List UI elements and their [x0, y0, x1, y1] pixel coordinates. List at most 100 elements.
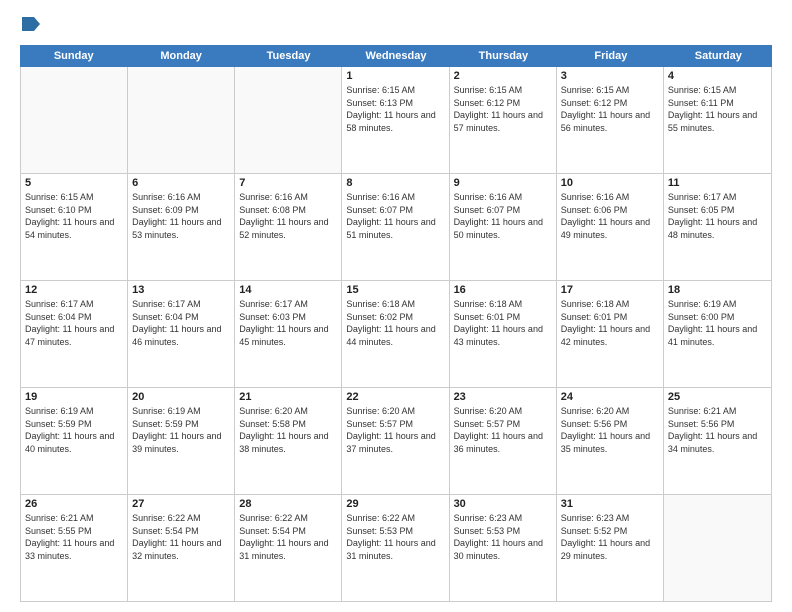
cell-info: Sunrise: 6:21 AM Sunset: 5:56 PM Dayligh…: [668, 405, 767, 455]
calendar-cell: 14 Sunrise: 6:17 AM Sunset: 6:03 PM Dayli…: [235, 281, 342, 387]
day-number: 21: [239, 391, 337, 403]
calendar-cell: 19 Sunrise: 6:19 AM Sunset: 5:59 PM Dayli…: [21, 388, 128, 494]
cell-info: Sunrise: 6:18 AM Sunset: 6:02 PM Dayligh…: [346, 298, 444, 348]
day-number: 14: [239, 284, 337, 296]
header-day: Tuesday: [235, 45, 342, 67]
cell-info: Sunrise: 6:20 AM Sunset: 5:56 PM Dayligh…: [561, 405, 659, 455]
page: SundayMondayTuesdayWednesdayThursdayFrid…: [0, 0, 792, 612]
cell-info: Sunrise: 6:18 AM Sunset: 6:01 PM Dayligh…: [454, 298, 552, 348]
calendar-row: 12 Sunrise: 6:17 AM Sunset: 6:04 PM Dayli…: [21, 281, 771, 388]
calendar-cell: 12Sunrise: 6:17 AM Sunset: 6:04 PM Dayli…: [21, 281, 128, 387]
cell-info: Sunrise: 6:16 AM Sunset: 6:07 PM Dayligh…: [454, 191, 552, 241]
header-day: Saturday: [665, 45, 772, 67]
day-number: 6: [132, 177, 230, 189]
calendar-cell: 31 Sunrise: 6:23 AM Sunset: 5:52 PM Dayli…: [557, 495, 664, 601]
cell-info: Sunrise: 6:21 AM Sunset: 5:55 PM Dayligh…: [25, 512, 123, 562]
day-number: 18: [668, 284, 767, 296]
header-day: Monday: [127, 45, 234, 67]
day-number: 2: [454, 70, 552, 82]
cell-info: Sunrise: 6:22 AM Sunset: 5:54 PM Dayligh…: [239, 512, 337, 562]
day-number: 12: [25, 284, 123, 296]
cell-info: Sunrise: 6:23 AM Sunset: 5:52 PM Dayligh…: [561, 512, 659, 562]
day-number: 23: [454, 391, 552, 403]
day-number: 1: [346, 70, 444, 82]
calendar-cell: 22Sunrise: 6:20 AM Sunset: 5:57 PM Dayli…: [342, 388, 449, 494]
calendar-cell: 23 Sunrise: 6:20 AM Sunset: 5:57 PM Dayli…: [450, 388, 557, 494]
calendar-cell: 13 Sunrise: 6:17 AM Sunset: 6:04 PM Dayli…: [128, 281, 235, 387]
header-day: Friday: [557, 45, 664, 67]
day-number: 31: [561, 498, 659, 510]
calendar-row: 19 Sunrise: 6:19 AM Sunset: 5:59 PM Dayli…: [21, 388, 771, 495]
cell-info: Sunrise: 6:19 AM Sunset: 6:00 PM Dayligh…: [668, 298, 767, 348]
day-number: 20: [132, 391, 230, 403]
calendar: SundayMondayTuesdayWednesdayThursdayFrid…: [20, 45, 772, 602]
day-number: 22: [346, 391, 444, 403]
cell-info: Sunrise: 6:17 AM Sunset: 6:03 PM Dayligh…: [239, 298, 337, 348]
calendar-cell: 11 Sunrise: 6:17 AM Sunset: 6:05 PM Dayli…: [664, 174, 771, 280]
calendar-cell: 29 Sunrise: 6:22 AM Sunset: 5:53 PM Dayli…: [342, 495, 449, 601]
cell-info: Sunrise: 6:15 AM Sunset: 6:13 PM Dayligh…: [346, 84, 444, 134]
header-day: Sunday: [20, 45, 127, 67]
calendar-cell: 1 Sunrise: 6:15 AM Sunset: 6:13 PM Daylig…: [342, 67, 449, 173]
cell-info: Sunrise: 6:23 AM Sunset: 5:53 PM Dayligh…: [454, 512, 552, 562]
calendar-cell: 26 Sunrise: 6:21 AM Sunset: 5:55 PM Dayli…: [21, 495, 128, 601]
cell-info: Sunrise: 6:16 AM Sunset: 6:06 PM Dayligh…: [561, 191, 659, 241]
calendar-cell: 8 Sunrise: 6:16 AM Sunset: 6:07 PM Daylig…: [342, 174, 449, 280]
cell-info: Sunrise: 6:15 AM Sunset: 6:12 PM Dayligh…: [561, 84, 659, 134]
day-number: 16: [454, 284, 552, 296]
cell-info: Sunrise: 6:16 AM Sunset: 6:09 PM Dayligh…: [132, 191, 230, 241]
calendar-cell: [21, 67, 128, 173]
cell-info: Sunrise: 6:17 AM Sunset: 6:04 PM Dayligh…: [132, 298, 230, 348]
day-number: 5: [25, 177, 123, 189]
cell-info: Sunrise: 6:20 AM Sunset: 5:57 PM Dayligh…: [454, 405, 552, 455]
calendar-cell: 21 Sunrise: 6:20 AM Sunset: 5:58 PM Dayli…: [235, 388, 342, 494]
day-number: 10: [561, 177, 659, 189]
day-number: 19: [25, 391, 123, 403]
calendar-cell: 10 Sunrise: 6:16 AM Sunset: 6:06 PM Dayli…: [557, 174, 664, 280]
day-number: 9: [454, 177, 552, 189]
day-number: 11: [668, 177, 767, 189]
calendar-cell: 6 Sunrise: 6:16 AM Sunset: 6:09 PM Daylig…: [128, 174, 235, 280]
cell-info: Sunrise: 6:18 AM Sunset: 6:01 PM Dayligh…: [561, 298, 659, 348]
cell-info: Sunrise: 6:22 AM Sunset: 5:54 PM Dayligh…: [132, 512, 230, 562]
day-number: 27: [132, 498, 230, 510]
header: [20, 16, 772, 35]
cell-info: Sunrise: 6:20 AM Sunset: 5:58 PM Dayligh…: [239, 405, 337, 455]
day-number: 13: [132, 284, 230, 296]
day-number: 26: [25, 498, 123, 510]
calendar-cell: 9 Sunrise: 6:16 AM Sunset: 6:07 PM Daylig…: [450, 174, 557, 280]
calendar-cell: 15Sunrise: 6:18 AM Sunset: 6:02 PM Dayli…: [342, 281, 449, 387]
calendar-cell: 20 Sunrise: 6:19 AM Sunset: 5:59 PM Dayli…: [128, 388, 235, 494]
calendar-cell: 3 Sunrise: 6:15 AM Sunset: 6:12 PM Daylig…: [557, 67, 664, 173]
calendar-row: 1 Sunrise: 6:15 AM Sunset: 6:13 PM Daylig…: [21, 67, 771, 174]
calendar-cell: 4Sunrise: 6:15 AM Sunset: 6:11 PM Daylig…: [664, 67, 771, 173]
cell-info: Sunrise: 6:17 AM Sunset: 6:05 PM Dayligh…: [668, 191, 767, 241]
day-number: 7: [239, 177, 337, 189]
cell-info: Sunrise: 6:16 AM Sunset: 6:08 PM Dayligh…: [239, 191, 337, 241]
logo-bird-icon: [22, 17, 40, 31]
cell-info: Sunrise: 6:15 AM Sunset: 6:10 PM Dayligh…: [25, 191, 123, 241]
calendar-cell: 28Sunrise: 6:22 AM Sunset: 5:54 PM Dayli…: [235, 495, 342, 601]
day-number: 4: [668, 70, 767, 82]
calendar-row: 5 Sunrise: 6:15 AM Sunset: 6:10 PM Daylig…: [21, 174, 771, 281]
calendar-cell: 27 Sunrise: 6:22 AM Sunset: 5:54 PM Dayli…: [128, 495, 235, 601]
calendar-cell: 18 Sunrise: 6:19 AM Sunset: 6:00 PM Dayli…: [664, 281, 771, 387]
day-number: 8: [346, 177, 444, 189]
cell-info: Sunrise: 6:16 AM Sunset: 6:07 PM Dayligh…: [346, 191, 444, 241]
day-number: 3: [561, 70, 659, 82]
calendar-cell: [664, 495, 771, 601]
day-number: 30: [454, 498, 552, 510]
calendar-cell: 30 Sunrise: 6:23 AM Sunset: 5:53 PM Dayli…: [450, 495, 557, 601]
cell-info: Sunrise: 6:19 AM Sunset: 5:59 PM Dayligh…: [132, 405, 230, 455]
calendar-cell: 16 Sunrise: 6:18 AM Sunset: 6:01 PM Dayli…: [450, 281, 557, 387]
cell-info: Sunrise: 6:22 AM Sunset: 5:53 PM Dayligh…: [346, 512, 444, 562]
calendar-cell: 5 Sunrise: 6:15 AM Sunset: 6:10 PM Daylig…: [21, 174, 128, 280]
cell-info: Sunrise: 6:19 AM Sunset: 5:59 PM Dayligh…: [25, 405, 123, 455]
logo: [20, 16, 40, 35]
calendar-row: 26 Sunrise: 6:21 AM Sunset: 5:55 PM Dayli…: [21, 495, 771, 601]
cell-info: Sunrise: 6:15 AM Sunset: 6:12 PM Dayligh…: [454, 84, 552, 134]
day-number: 29: [346, 498, 444, 510]
calendar-cell: [128, 67, 235, 173]
calendar-header: SundayMondayTuesdayWednesdayThursdayFrid…: [20, 45, 772, 67]
calendar-cell: 24Sunrise: 6:20 AM Sunset: 5:56 PM Dayli…: [557, 388, 664, 494]
